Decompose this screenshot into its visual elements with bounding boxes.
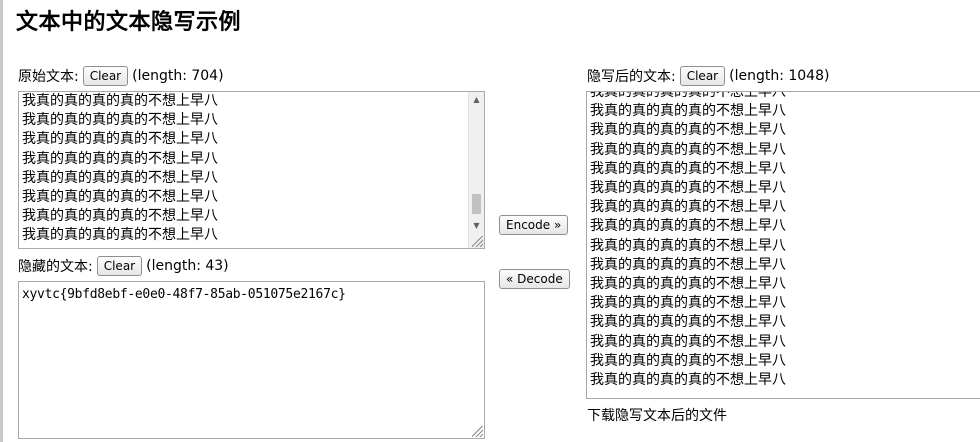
text-line: 我真的真的真的真的不想上早八 [590, 256, 786, 273]
text-line: 我真的真的真的真的不想上早八 [22, 150, 218, 167]
stego-text-label: 隐写后的文本: [587, 69, 676, 85]
text-line: 我真的真的真的真的不想上早八 [22, 227, 218, 244]
original-textarea[interactable]: 我真的真的真的真的不想上早八 我真的真的真的真的不想上早八 我真的真的真的真的不想上… [18, 91, 485, 249]
scroll-down-icon[interactable]: ▼ [469, 218, 484, 234]
text-line: 我真的真的真的真的不想上早八 [590, 122, 786, 139]
text-line: 我真的真的真的真的不想上早八 [590, 237, 786, 254]
page-title: 文本中的文本隐写示例 [16, 10, 242, 35]
hidden-textarea[interactable]: xyvtc{9bfd8ebf-e0e0-48f7-85ab-051075e216… [18, 281, 485, 439]
original-text-lines: 我真的真的真的真的不想上早八 我真的真的真的真的不想上早八 我真的真的真的真的不想上… [19, 92, 484, 246]
text-line: 我真的真的真的真的不想上早八 [590, 352, 786, 369]
text-line: 我真的真的真的真的不想上早八 [22, 131, 218, 148]
text-line: 我真的真的真的真的不想上早八 [590, 333, 786, 350]
text-line: 我真的真的真的真的不想上早八 [590, 141, 786, 158]
text-line: 我真的真的真的真的不想上早八 [590, 218, 786, 235]
decode-button[interactable]: « Decode [499, 269, 570, 289]
text-line: 我真的真的真的真的不想上早八 [590, 314, 786, 331]
resize-grip-icon[interactable] [472, 426, 483, 437]
original-scrollbar[interactable]: ▲ ▼ [468, 92, 484, 248]
scroll-thumb[interactable] [472, 194, 481, 214]
text-line: 我真的真的真的真的不想上早八 [590, 372, 786, 389]
resize-grip-icon[interactable] [472, 236, 483, 247]
text-line: 我真的真的真的真的不想上早八 [22, 112, 218, 129]
scroll-up-icon[interactable]: ▲ [469, 92, 484, 108]
original-length: (length: 704) [132, 68, 224, 84]
clear-hidden-button[interactable]: Clear [96, 256, 143, 276]
hidden-text-label: 隐藏的文本: [18, 259, 93, 275]
stego-text-header: 隐写后的文本: Clear (length: 1048) [587, 66, 829, 86]
stego-length: (length: 1048) [729, 68, 830, 84]
text-line: 我真的真的真的真的不想上早八 [590, 276, 786, 293]
text-line: 我真的真的真的真的不想上早八 [22, 208, 218, 225]
text-line: 我真的真的真的真的不想上早八 [590, 199, 786, 216]
left-border [0, 0, 3, 442]
text-line: 我真的真的真的真的不想上早八 [590, 103, 786, 120]
text-line: 我真的真的真的真的不想上早八 [590, 180, 786, 197]
text-line: 我真的真的真的真的不想上早八 [590, 295, 786, 312]
stego-textarea[interactable]: 我真的真的真的真的不想上早八 我真的真的真的真的不想上早八 我真的真的真的真的不想上… [586, 91, 980, 399]
download-stego-link[interactable]: 下载隐写文本后的文件 [587, 405, 727, 425]
text-line: 我真的真的真的真的不想上早八 [590, 160, 786, 177]
clear-stego-button[interactable]: Clear [679, 66, 726, 86]
hidden-text-value: xyvtc{9bfd8ebf-e0e0-48f7-85ab-051075e216… [22, 287, 346, 302]
original-text-header: 原始文本: Clear (length: 704) [18, 66, 224, 86]
original-text-label: 原始文本: [18, 69, 79, 85]
hidden-text-header: 隐藏的文本: Clear (length: 43) [18, 256, 229, 276]
text-line: 我真的真的真的真的不想上早八 [22, 93, 218, 109]
stego-text-lines: 我真的真的真的真的不想上早八 我真的真的真的真的不想上早八 我真的真的真的真的不想上… [587, 91, 980, 390]
clear-original-button[interactable]: Clear [82, 66, 129, 86]
text-line: 我真的真的真的真的不想上早八 [22, 169, 218, 186]
text-line: 我真的真的真的真的不想上早八 [590, 91, 786, 100]
text-line: 我真的真的真的真的不想上早八 [22, 189, 218, 206]
hidden-length: (length: 43) [146, 258, 229, 274]
encode-button[interactable]: Encode » [499, 215, 569, 235]
